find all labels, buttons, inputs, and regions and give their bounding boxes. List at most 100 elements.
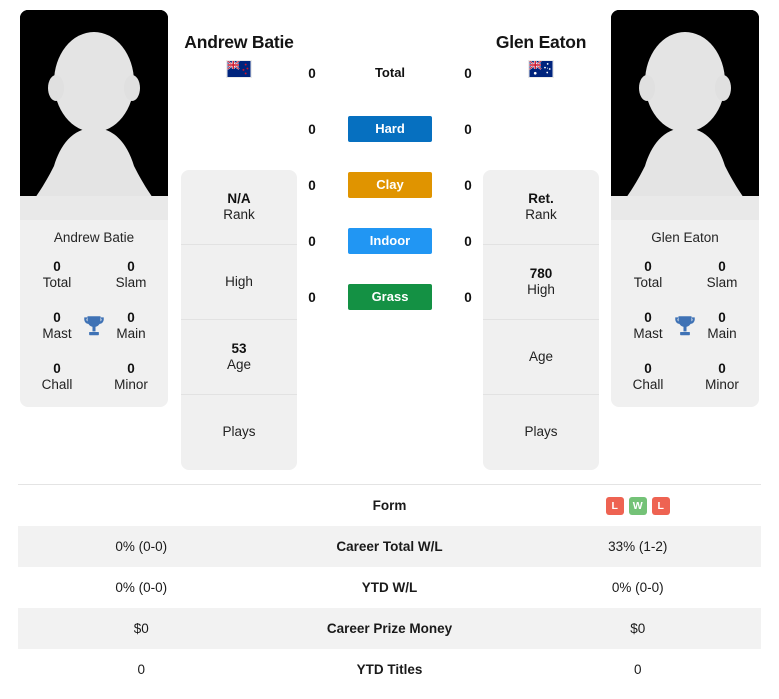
stat-value-right: $0 bbox=[630, 621, 646, 636]
info-label: Rank bbox=[525, 207, 557, 222]
surface-count-right: 0 bbox=[464, 65, 472, 81]
title-stat: 0 Total bbox=[20, 259, 94, 291]
surface-count-left: 0 bbox=[308, 233, 316, 249]
title-stat: 0 Slam bbox=[94, 259, 168, 291]
table-row-ytd-wl: 0% (0-0) YTD W/L 0% (0-0) bbox=[18, 567, 761, 608]
player-name-right[interactable]: Glen Eaton bbox=[456, 32, 626, 53]
info-label: Age bbox=[528, 348, 554, 364]
info-label: Plays bbox=[524, 424, 558, 440]
table-row-career-prize-money: $0 Career Prize Money $0 bbox=[18, 608, 761, 649]
title-stat: 0 Chall bbox=[20, 361, 94, 393]
trophy-icon bbox=[81, 313, 107, 339]
title-label: Total bbox=[42, 274, 72, 290]
player-card-left: Andrew Batie 0 Total 0 Slam 0 Mast 0 Mai… bbox=[20, 10, 168, 407]
surface-count-left: 0 bbox=[308, 289, 316, 305]
info-cell-high: High bbox=[181, 245, 297, 320]
info-cell-age: Age bbox=[483, 320, 599, 395]
title-value: 0 bbox=[718, 259, 726, 274]
form-badge-l[interactable]: L bbox=[651, 496, 670, 515]
info-label: Plays bbox=[222, 424, 256, 440]
title-label: Chall bbox=[41, 376, 73, 392]
titles-grid-left: 0 Total 0 Slam 0 Mast 0 Main 0 Chall 0 M… bbox=[20, 259, 168, 393]
info-label: High bbox=[527, 282, 555, 297]
title-stat: 0 Chall bbox=[611, 361, 685, 393]
surface-row-total: 0 Total 0 bbox=[300, 60, 480, 86]
surface-badge-hard: Hard bbox=[348, 116, 432, 142]
form-badge-l[interactable]: L bbox=[605, 496, 624, 515]
row-label: Form bbox=[372, 498, 407, 513]
title-label: Chall bbox=[632, 376, 664, 392]
title-stat: 0 Total bbox=[611, 259, 685, 291]
titles-grid-right: 0 Total 0 Slam 0 Mast 0 Main 0 Chall 0 M… bbox=[611, 259, 759, 393]
info-label: High bbox=[225, 273, 253, 289]
info-value: 780 bbox=[529, 265, 553, 281]
table-row-ytd-titles: 0 YTD Titles 0 bbox=[18, 649, 761, 690]
surface-count-right: 0 bbox=[464, 289, 472, 305]
title-value: 0 bbox=[127, 360, 135, 376]
surface-count-right: 0 bbox=[464, 233, 472, 249]
info-cell-age: 53 Age bbox=[181, 320, 297, 395]
row-label: YTD W/L bbox=[361, 580, 418, 595]
title-label: Minor bbox=[705, 376, 739, 392]
head-to-head-stats-table: Form LWL 0% (0-0) Career Total W/L 33% (… bbox=[18, 484, 761, 690]
title-stat: 0 Minor bbox=[94, 361, 168, 393]
stat-value-left: 0% (0-0) bbox=[115, 580, 168, 595]
stat-value-left: $0 bbox=[133, 621, 149, 636]
info-value: N/A bbox=[227, 190, 251, 206]
form-right: LWL bbox=[515, 496, 762, 515]
surface-badge-grass: Grass bbox=[348, 284, 432, 310]
surface-row-grass: 0 Grass 0 bbox=[300, 284, 480, 310]
surface-row-indoor: 0 Indoor 0 bbox=[300, 228, 480, 254]
info-label: Rank bbox=[223, 207, 255, 222]
title-value: 0 bbox=[127, 259, 135, 274]
surface-badge-indoor: Indoor bbox=[348, 228, 432, 254]
title-value: 0 bbox=[644, 360, 652, 376]
player-mini-stats-left: Andrew Batie 0 Total 0 Slam 0 Mast 0 Mai… bbox=[20, 220, 168, 407]
player-mini-stats-right: Glen Eaton 0 Total 0 Slam 0 Mast 0 Main bbox=[611, 220, 759, 407]
player-comparison-panel: Andrew Batie 0 Total 0 Slam 0 Mast 0 Mai… bbox=[0, 0, 779, 677]
player-name-header-right[interactable]: Glen Eaton bbox=[456, 32, 626, 78]
info-cell-high: 780 High bbox=[483, 245, 599, 320]
title-label: Total bbox=[633, 274, 663, 290]
player-name-left[interactable]: Andrew Batie bbox=[154, 32, 324, 53]
table-row-form: Form LWL bbox=[18, 485, 761, 526]
surface-badge-clay: Clay bbox=[348, 172, 432, 198]
title-value: 0 bbox=[718, 360, 726, 376]
player-photo-right bbox=[611, 10, 759, 220]
info-label: Age bbox=[226, 357, 252, 372]
title-value: 0 bbox=[53, 259, 61, 274]
trophy-icon bbox=[672, 313, 698, 339]
player-mini-name-left: Andrew Batie bbox=[53, 230, 135, 245]
new-zealand-flag-icon bbox=[226, 60, 252, 78]
row-label: YTD Titles bbox=[356, 662, 423, 677]
player-card-right: Glen Eaton 0 Total 0 Slam 0 Mast 0 Main bbox=[611, 10, 759, 407]
surface-count-left: 0 bbox=[308, 65, 316, 81]
player-info-card-left: N/A Rank High 53 Age Plays bbox=[181, 170, 297, 470]
info-cell-plays: Plays bbox=[483, 395, 599, 470]
title-label: Slam bbox=[706, 274, 738, 290]
info-cell-plays: Plays bbox=[181, 395, 297, 470]
row-label: Career Prize Money bbox=[326, 621, 453, 636]
info-cell-rank: Ret. Rank bbox=[483, 170, 599, 245]
australia-flag-icon bbox=[528, 60, 554, 78]
title-stat: 0 Minor bbox=[685, 361, 759, 393]
title-label: Minor bbox=[114, 376, 148, 392]
surface-badge-total: Total bbox=[374, 65, 406, 80]
form-badges-right: LWL bbox=[515, 496, 762, 515]
row-label: Career Total W/L bbox=[336, 539, 443, 554]
table-row-career-total-wl: 0% (0-0) Career Total W/L 33% (1-2) bbox=[18, 526, 761, 567]
info-value: 53 bbox=[231, 340, 247, 356]
player-photo-left bbox=[20, 10, 168, 220]
title-value: 0 bbox=[644, 259, 652, 274]
surface-row-clay: 0 Clay 0 bbox=[300, 172, 480, 198]
title-value: 0 bbox=[53, 360, 61, 376]
info-cell-rank: N/A Rank bbox=[181, 170, 297, 245]
info-value: Ret. bbox=[528, 190, 554, 206]
player-info-card-right: Ret. Rank 780 High Age Plays bbox=[483, 170, 599, 470]
stat-value-right: 0% (0-0) bbox=[611, 580, 664, 595]
player-name-header-left[interactable]: Andrew Batie bbox=[154, 32, 324, 78]
form-badge-w[interactable]: W bbox=[628, 496, 647, 515]
stat-value-right: 33% (1-2) bbox=[608, 539, 668, 554]
stat-value-right: 0 bbox=[633, 662, 642, 677]
title-stat: 0 Slam bbox=[685, 259, 759, 291]
